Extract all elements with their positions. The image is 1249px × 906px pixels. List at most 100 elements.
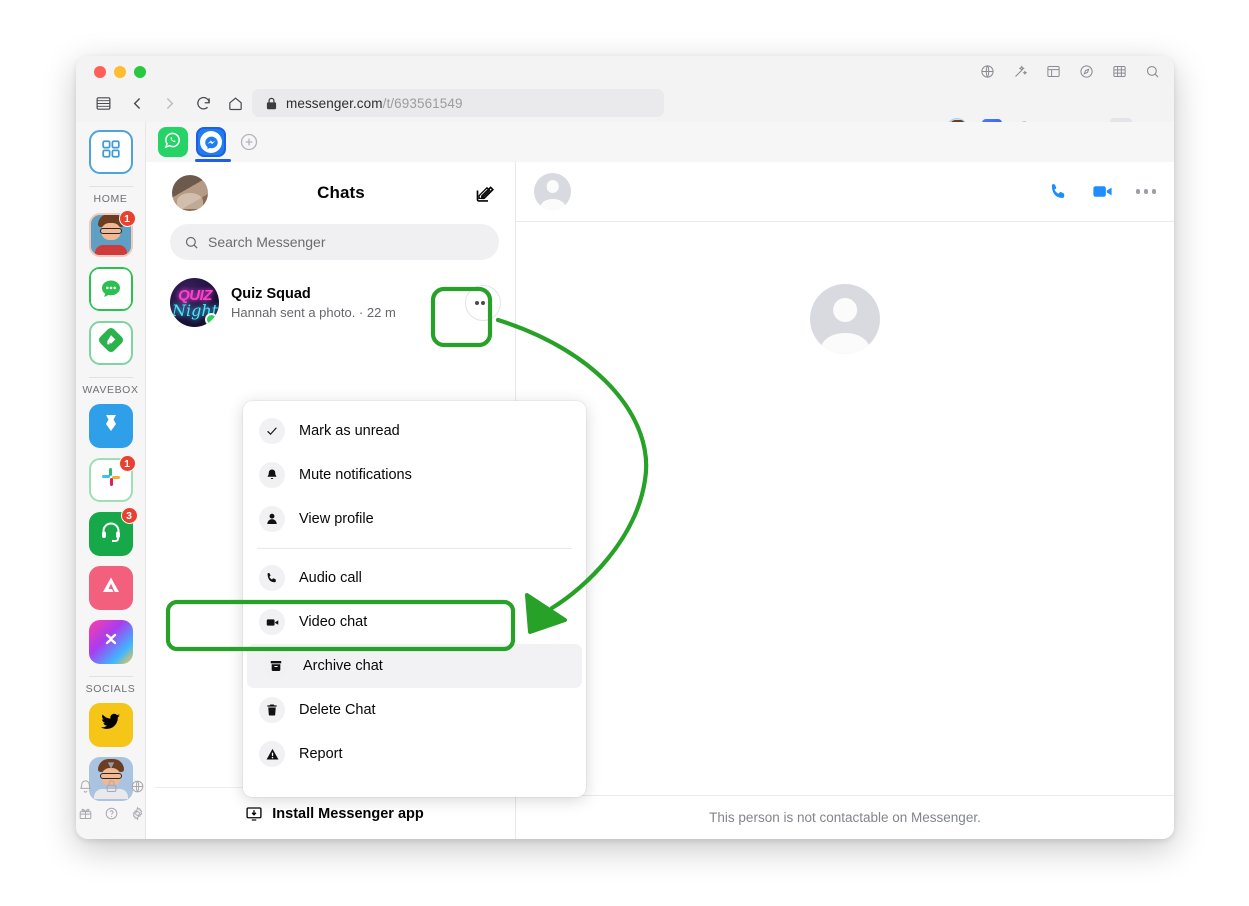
- thread-header: [516, 162, 1174, 222]
- sidebar-toggle-icon[interactable]: [90, 90, 116, 116]
- archive-box-icon: [263, 653, 289, 679]
- default-person-avatar-large: [810, 284, 880, 354]
- page-title: Chats: [317, 183, 365, 202]
- clipboard-icon: [99, 627, 123, 657]
- search-placeholder: Search Messenger: [208, 234, 326, 250]
- menu-item-label: Report: [299, 746, 343, 762]
- maximize-window-button[interactable]: [134, 66, 146, 78]
- warning-triangle-icon: [259, 741, 285, 767]
- gift-icon[interactable]: [78, 806, 93, 826]
- analytics-icon: [99, 573, 123, 603]
- lock-icon: [266, 97, 277, 110]
- home-icon[interactable]: [222, 90, 248, 116]
- notification-badge: 1: [118, 210, 136, 227]
- grid-apps-icon: [100, 138, 122, 166]
- grid-apps-tile[interactable]: [88, 130, 133, 174]
- menu-item-label: Archive chat: [303, 658, 383, 674]
- menu-item-label: View profile: [299, 511, 374, 527]
- rail-bottom-row-1: [76, 779, 146, 799]
- menu-item-label: Mark as unread: [299, 423, 400, 439]
- menu-item-report[interactable]: Report: [243, 732, 586, 776]
- support-tile[interactable]: 3: [88, 507, 138, 556]
- browser-utility-icons: [980, 64, 1160, 79]
- conversation-options-button[interactable]: [1135, 189, 1156, 194]
- default-person-avatar[interactable]: [534, 173, 571, 210]
- check-icon: [259, 418, 285, 444]
- profile-avatar-tile[interactable]: 1: [88, 210, 136, 257]
- grid-icon[interactable]: [1112, 64, 1127, 79]
- bitbucket-tile[interactable]: [88, 404, 133, 448]
- notification-badge: 3: [120, 507, 138, 524]
- menu-item-archive-chat[interactable]: Archive chat: [247, 644, 582, 688]
- help-icon[interactable]: [104, 806, 119, 826]
- globe-icon[interactable]: [980, 64, 995, 79]
- online-status-dot: [205, 313, 218, 326]
- menu-item-view-profile[interactable]: View profile: [243, 497, 586, 541]
- search-icon[interactable]: [1145, 64, 1160, 79]
- chevron-down-icon[interactable]: ▾: [76, 757, 146, 773]
- search-icon: [184, 235, 199, 250]
- conversation-preview: Hannah sent a photo. · 22 m: [231, 304, 396, 320]
- settings-gear-icon[interactable]: [130, 806, 145, 826]
- bell-icon: [259, 462, 285, 488]
- more-horizontal-icon[interactable]: [465, 284, 501, 321]
- minimize-window-button[interactable]: [114, 66, 126, 78]
- compass-icon[interactable]: [1079, 64, 1094, 79]
- analytics-tile[interactable]: [88, 566, 133, 610]
- status-text: This person is not contactable on Messen…: [709, 810, 981, 825]
- notification-badge: 1: [118, 455, 136, 472]
- rail-bottom-section: ▾: [76, 757, 146, 833]
- menu-item-delete-chat[interactable]: Delete Chat: [243, 688, 586, 732]
- bell-icon[interactable]: [78, 779, 93, 799]
- wavebox-app-rail: HOME 1 WAVEBOX 1 3 SOCIALS ▾: [76, 122, 146, 839]
- reload-icon[interactable]: [190, 90, 216, 116]
- forward-icon[interactable]: [156, 90, 182, 116]
- whatsapp-tab[interactable]: [158, 127, 188, 157]
- rail-divider-3: [88, 676, 133, 677]
- service-tab-strip: [146, 122, 1174, 162]
- rail-divider: [88, 186, 133, 187]
- trash-icon: [259, 697, 285, 723]
- close-window-button[interactable]: [94, 66, 106, 78]
- browser-chrome: messenger.com/t/693561549: [76, 56, 1174, 140]
- slack-tile[interactable]: 1: [88, 455, 136, 502]
- feedly-tile[interactable]: [88, 321, 133, 365]
- menu-item-audio-call[interactable]: Audio call: [243, 556, 586, 600]
- menu-item-mute-notifications[interactable]: Mute notifications: [243, 453, 586, 497]
- whatsapp-icon: [163, 130, 183, 155]
- rail-group-label-socials: SOCIALS: [85, 683, 136, 695]
- address-bar-text: messenger.com/t/693561549: [286, 95, 463, 111]
- rail-group-label-wavebox: WAVEBOX: [82, 384, 139, 396]
- user-avatar[interactable]: [172, 175, 208, 211]
- menu-item-label: Mute notifications: [299, 467, 412, 483]
- twitter-tile[interactable]: [88, 703, 133, 747]
- audio-call-button[interactable]: [1048, 181, 1069, 202]
- address-bar[interactable]: messenger.com/t/693561549: [252, 89, 664, 117]
- bitbucket-icon: [99, 411, 123, 441]
- thread-body: [516, 222, 1174, 795]
- person-icon: [259, 506, 285, 532]
- menu-item-label: Video chat: [299, 614, 368, 630]
- search-wrap: Search Messenger: [154, 224, 515, 270]
- video-call-button[interactable]: [1091, 180, 1114, 203]
- menu-item-label: Delete Chat: [299, 702, 376, 718]
- compose-pencil-icon[interactable]: [474, 183, 495, 204]
- list-item[interactable]: QUIZ Night Quiz Squad Hannah sent a phot…: [154, 270, 515, 335]
- messenger-tab[interactable]: [195, 127, 231, 162]
- lock-icon[interactable]: [104, 779, 119, 799]
- phone-icon: [259, 565, 285, 591]
- table-icon[interactable]: [1046, 64, 1061, 79]
- menu-item-video-chat[interactable]: Video chat: [243, 600, 586, 644]
- magic-wand-icon[interactable]: [1013, 64, 1028, 79]
- browser-toolbar: messenger.com/t/693561549: [76, 86, 1174, 140]
- search-input[interactable]: Search Messenger: [170, 224, 499, 260]
- thread-footer: This person is not contactable on Messen…: [516, 795, 1174, 839]
- browser-window: messenger.com/t/693561549 HOME 1 WAVEBOX…: [76, 56, 1174, 839]
- back-icon[interactable]: [124, 90, 150, 116]
- add-tab-button[interactable]: [234, 127, 264, 157]
- messages-tile[interactable]: [88, 267, 133, 311]
- chats-header: Chats: [154, 162, 515, 224]
- globe-icon[interactable]: [130, 779, 145, 799]
- menu-item-mark-as-unread[interactable]: Mark as unread: [243, 409, 586, 453]
- gradient-tile[interactable]: [88, 620, 133, 664]
